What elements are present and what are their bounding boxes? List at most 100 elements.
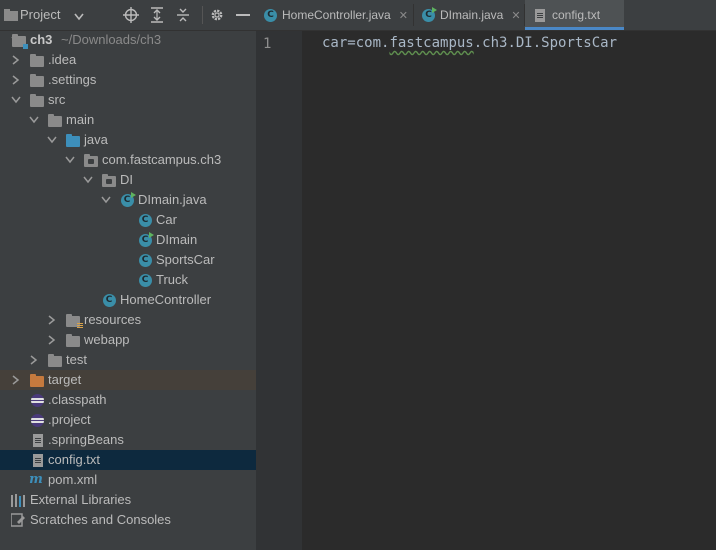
project-panel: Project ch3 ~/Downloads/ch3 .idea .setti… bbox=[0, 0, 256, 550]
tree-item-ch3[interactable]: ch3 ~/Downloads/ch3 bbox=[0, 30, 256, 50]
tree-item-classpath[interactable]: .classpath bbox=[0, 390, 256, 410]
tree-item-settings[interactable]: .settings bbox=[0, 70, 256, 90]
tree-item-webapp[interactable]: webapp bbox=[0, 330, 256, 350]
chevron-down-icon[interactable] bbox=[64, 150, 76, 170]
tree-item-label: main bbox=[66, 112, 95, 127]
tab-label: HomeController.java bbox=[282, 8, 391, 22]
tree-item-label: config.txt bbox=[48, 452, 101, 467]
libraries-icon bbox=[11, 493, 25, 507]
tree-item-label: .classpath bbox=[48, 392, 107, 407]
project-view-icon bbox=[2, 6, 20, 24]
tree-item-test[interactable]: test bbox=[0, 350, 256, 370]
tree-item-springbeans[interactable]: .springBeans bbox=[0, 430, 256, 450]
folder-icon bbox=[30, 53, 44, 67]
text-file-icon bbox=[31, 453, 45, 467]
folder-icon bbox=[30, 73, 44, 87]
java-class-icon: C bbox=[102, 293, 116, 307]
close-icon[interactable]: ✕ bbox=[399, 9, 408, 22]
tree-item-idea[interactable]: .idea bbox=[0, 50, 256, 70]
tree-item-target[interactable]: target bbox=[0, 370, 256, 390]
typo-highlight: fastcampus bbox=[389, 35, 474, 51]
tab-label: DImain.java bbox=[440, 8, 504, 22]
tree-item-sportscar[interactable]: C SportsCar bbox=[0, 250, 256, 270]
close-icon[interactable]: ✕ bbox=[511, 9, 520, 22]
chevron-right-icon[interactable] bbox=[46, 310, 58, 330]
code-text: .ch3.DI.SportsCar bbox=[473, 35, 618, 51]
tree-item-scratches[interactable]: Scratches and Consoles bbox=[0, 510, 256, 530]
resources-folder-icon bbox=[66, 313, 83, 329]
tab-label: config.txt bbox=[552, 8, 601, 22]
tree-item-car[interactable]: C Car bbox=[0, 210, 256, 230]
java-class-icon: C bbox=[120, 191, 136, 207]
chevron-down-icon[interactable] bbox=[28, 110, 40, 130]
tree-item-main[interactable]: main bbox=[0, 110, 256, 130]
folder-icon bbox=[48, 113, 62, 127]
package-icon bbox=[84, 153, 98, 167]
tree-item-dimain-java[interactable]: C DImain.java bbox=[0, 190, 256, 210]
tree-item-label: DImain.java bbox=[138, 192, 207, 207]
eclipse-file-icon bbox=[30, 413, 44, 427]
tab-homecontroller[interactable]: C HomeController.java ✕ bbox=[264, 0, 408, 30]
tree-item-label: External Libraries bbox=[30, 492, 132, 507]
folder-icon bbox=[66, 333, 80, 347]
crosshair-icon[interactable] bbox=[122, 6, 140, 24]
java-class-icon: C bbox=[138, 273, 152, 287]
chevron-right-icon[interactable] bbox=[28, 350, 40, 370]
code-line[interactable]: car=com.fastcampus.ch3.DI.SportsCar bbox=[322, 35, 617, 51]
tree-item-label: com.fastcampus.ch3 bbox=[102, 152, 222, 167]
toolbar-divider bbox=[202, 6, 203, 24]
chevron-down-icon[interactable] bbox=[46, 130, 58, 150]
text-file-icon bbox=[535, 8, 545, 22]
tree-item-homecontroller[interactable]: C HomeController bbox=[0, 290, 256, 310]
minimize-icon[interactable] bbox=[234, 6, 252, 24]
tab-config-txt[interactable]: config.txt bbox=[525, 0, 624, 30]
tree-item-pom[interactable]: m pom.xml bbox=[0, 470, 256, 490]
chevron-down-icon[interactable] bbox=[10, 90, 22, 110]
folder-icon bbox=[30, 93, 44, 107]
tree-item-label: pom.xml bbox=[48, 472, 98, 487]
java-class-icon: C bbox=[138, 253, 152, 267]
gear-icon[interactable] bbox=[208, 6, 226, 24]
tree-item-di[interactable]: DI bbox=[0, 170, 256, 190]
chevron-right-icon[interactable] bbox=[10, 70, 22, 90]
scratches-icon bbox=[11, 513, 25, 527]
tree-item-label: Truck bbox=[156, 272, 189, 287]
tree-item-src[interactable]: src bbox=[0, 90, 256, 110]
tree-item-label: Scratches and Consoles bbox=[30, 512, 171, 527]
collapse-all-icon[interactable] bbox=[174, 6, 192, 24]
tree-item-path: ~/Downloads/ch3 bbox=[61, 32, 162, 47]
eclipse-file-icon bbox=[30, 393, 44, 407]
chevron-right-icon[interactable] bbox=[10, 370, 22, 390]
chevron-down-icon[interactable] bbox=[74, 9, 84, 24]
tree-item-label: Car bbox=[156, 212, 177, 227]
tab-dimain[interactable]: C DImain.java ✕ bbox=[422, 0, 521, 30]
tree-item-label: DI bbox=[120, 172, 133, 187]
tree-item-label: src bbox=[48, 92, 66, 107]
project-tree: ch3 ~/Downloads/ch3 .idea .settings src bbox=[0, 30, 256, 530]
tree-item-label: ch3 bbox=[30, 32, 53, 47]
tree-item-label: target bbox=[48, 372, 82, 387]
tree-item-java[interactable]: java bbox=[0, 130, 256, 150]
tree-item-external-libraries[interactable]: External Libraries bbox=[0, 490, 256, 510]
java-class-icon: C bbox=[138, 213, 152, 227]
tree-item-package[interactable]: com.fastcampus.ch3 bbox=[0, 150, 256, 170]
tree-item-resources[interactable]: resources bbox=[0, 310, 256, 330]
maven-icon: m bbox=[29, 472, 43, 487]
chevron-down-icon[interactable] bbox=[100, 190, 112, 210]
chevron-right-icon[interactable] bbox=[46, 330, 58, 350]
project-panel-title[interactable]: Project bbox=[20, 7, 60, 22]
code-editor[interactable]: 1 car=com.fastcampus.ch3.DI.SportsCar bbox=[256, 31, 716, 550]
java-class-icon: C bbox=[264, 8, 277, 22]
chevron-right-icon[interactable] bbox=[10, 50, 22, 70]
tree-item-label: webapp bbox=[84, 332, 130, 347]
expand-all-icon[interactable] bbox=[148, 6, 166, 24]
line-number-gutter: 1 bbox=[256, 31, 302, 550]
tree-item-truck[interactable]: C Truck bbox=[0, 270, 256, 290]
tree-item-dimain[interactable]: C DImain bbox=[0, 230, 256, 250]
chevron-down-icon[interactable] bbox=[82, 170, 94, 190]
tab-divider bbox=[413, 4, 414, 26]
tree-item-config-txt[interactable]: config.txt bbox=[0, 450, 256, 470]
tree-item-project[interactable]: .project bbox=[0, 410, 256, 430]
tree-item-label: test bbox=[66, 352, 87, 367]
tree-item-label: resources bbox=[84, 312, 142, 327]
